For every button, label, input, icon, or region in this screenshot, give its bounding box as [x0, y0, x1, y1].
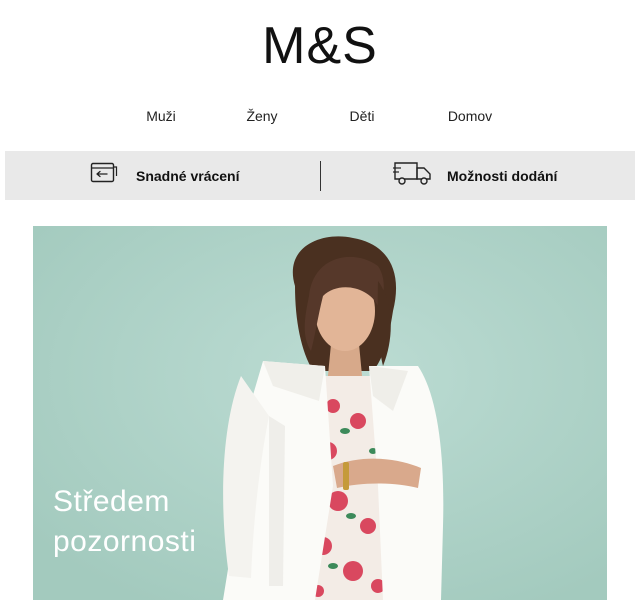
hero-headline: Středem pozornosti: [53, 482, 196, 562]
brand-logo[interactable]: M&S: [0, 18, 640, 74]
nav-item-kids[interactable]: Děti: [350, 108, 375, 124]
hero-headline-line2: pozornosti: [53, 525, 197, 558]
return-card-icon: [90, 162, 118, 189]
delivery-options-label: Možnosti dodání: [447, 167, 558, 184]
hero-banner[interactable]: Středem pozornosti: [33, 226, 607, 600]
delivery-truck-icon: [393, 159, 433, 192]
info-bar: Snadné vrácení Možnosti dodání: [5, 151, 635, 200]
info-divider: [320, 161, 321, 191]
easy-returns-label: Snadné vrácení: [136, 167, 240, 184]
delivery-options-link[interactable]: Možnosti dodání: [393, 151, 557, 200]
hero-headline-line1: Středem: [53, 485, 170, 518]
nav-item-home[interactable]: Domov: [448, 108, 492, 124]
easy-returns-link[interactable]: Snadné vrácení: [90, 151, 240, 200]
main-nav: Muži Ženy Děti Domov: [0, 108, 640, 128]
nav-item-men[interactable]: Muži: [146, 108, 176, 124]
email-page: M&S Muži Ženy Děti Domov Snadné vrácení: [0, 0, 640, 600]
nav-item-women[interactable]: Ženy: [246, 108, 277, 124]
